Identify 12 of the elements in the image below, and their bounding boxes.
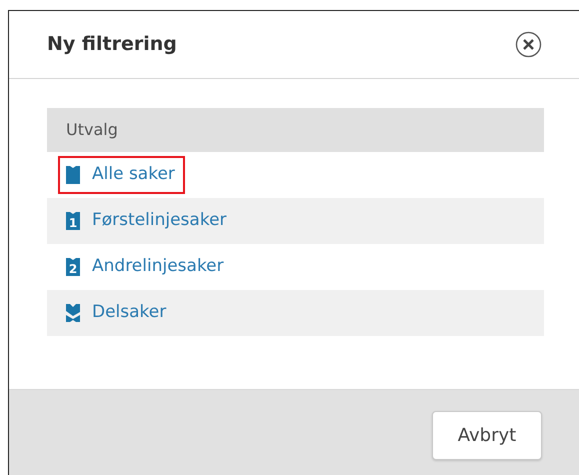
list-item[interactable]: Alle saker <box>58 156 185 194</box>
close-button[interactable] <box>515 31 542 58</box>
document-icon <box>66 166 80 184</box>
list-header: Utvalg <box>47 108 544 152</box>
split-document-icon <box>66 304 80 322</box>
cancel-button[interactable]: Avbryt <box>432 411 542 460</box>
list-item[interactable]: 2 Andrelinjesaker <box>58 248 234 286</box>
dialog-title: Ny filtrering <box>47 32 177 58</box>
numbered-document-icon: 1 <box>66 212 80 230</box>
list-item[interactable]: Delsaker <box>58 294 176 332</box>
numbered-document-icon: 2 <box>66 258 80 276</box>
close-icon <box>515 31 542 58</box>
